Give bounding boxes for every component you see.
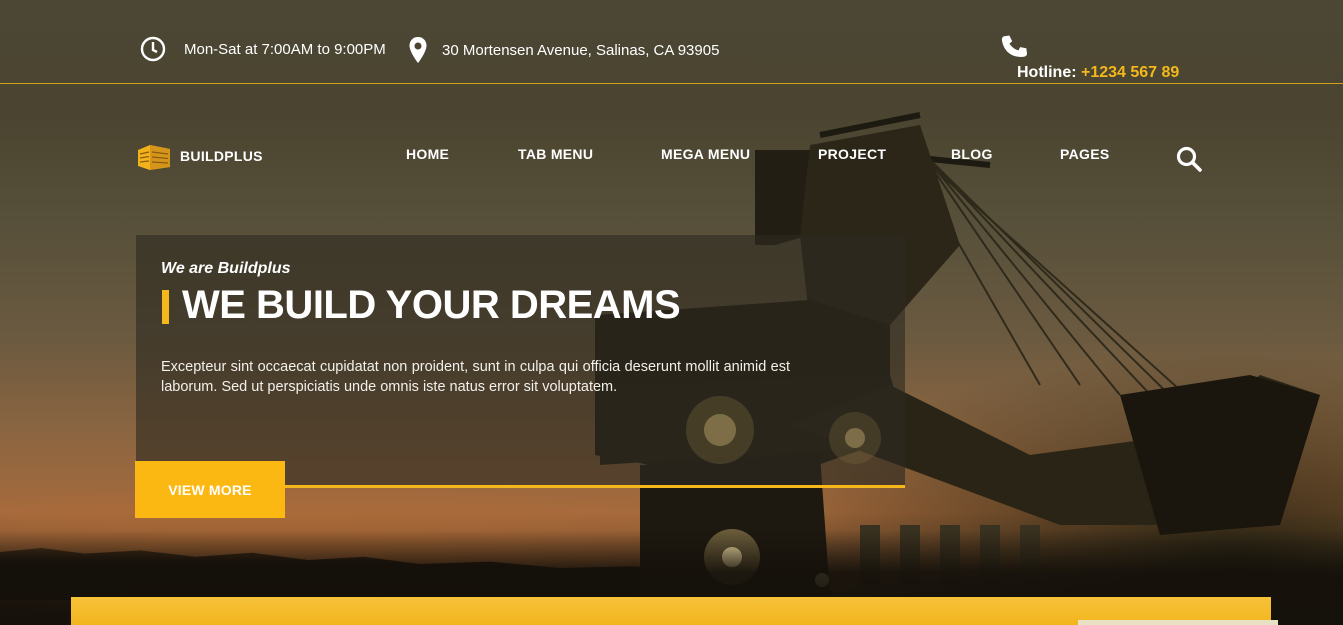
address-text: 30 Mortensen Avenue, Salinas, CA 93905	[442, 41, 720, 59]
address: 30 Mortensen Avenue, Salinas, CA 93905	[408, 36, 719, 64]
hours-text: Mon-Sat at 7:00AM to 9:00PM	[184, 40, 386, 58]
nav-mega-menu[interactable]: MEGA MENU	[661, 146, 750, 162]
title-accent-bar	[162, 290, 169, 324]
nav-pages[interactable]: PAGES	[1060, 146, 1109, 162]
nav-home[interactable]: HOME	[406, 146, 449, 162]
clock-icon	[140, 36, 166, 62]
phone-icon	[1001, 35, 1028, 57]
hero-subtitle: We are Buildplus	[161, 260, 291, 277]
map-pin-icon	[409, 37, 427, 63]
hotline-label: Hotline:	[1017, 64, 1077, 81]
strip-edge	[1078, 620, 1278, 625]
hotline: Hotline: +1234 567 89	[1017, 64, 1179, 82]
top-info-bar: Mon-Sat at 7:00AM to 9:00PM 30 Mortensen…	[0, 0, 1343, 84]
main-nav: HOME TAB MENU MEGA MENU PROJECT BLOG PAG…	[0, 146, 1343, 166]
hero-title: WE BUILD YOUR DREAMS	[182, 283, 681, 327]
hero-description: Excepteur sint occaecat cupidatat non pr…	[161, 359, 790, 395]
hotline-number-link[interactable]: +1234 567 89	[1081, 64, 1179, 81]
business-hours: Mon-Sat at 7:00AM to 9:00PM	[140, 36, 386, 62]
view-more-button[interactable]: VIEW MORE	[135, 461, 285, 518]
hero-accent-line	[285, 485, 905, 488]
hero-card: We are Buildplus WE BUILD YOUR DREAMS Ex…	[136, 235, 905, 486]
nav-project[interactable]: PROJECT	[818, 146, 886, 162]
nav-blog[interactable]: BLOG	[951, 146, 993, 162]
search-icon[interactable]	[1175, 145, 1203, 173]
nav-tab-menu[interactable]: TAB MENU	[518, 146, 593, 162]
